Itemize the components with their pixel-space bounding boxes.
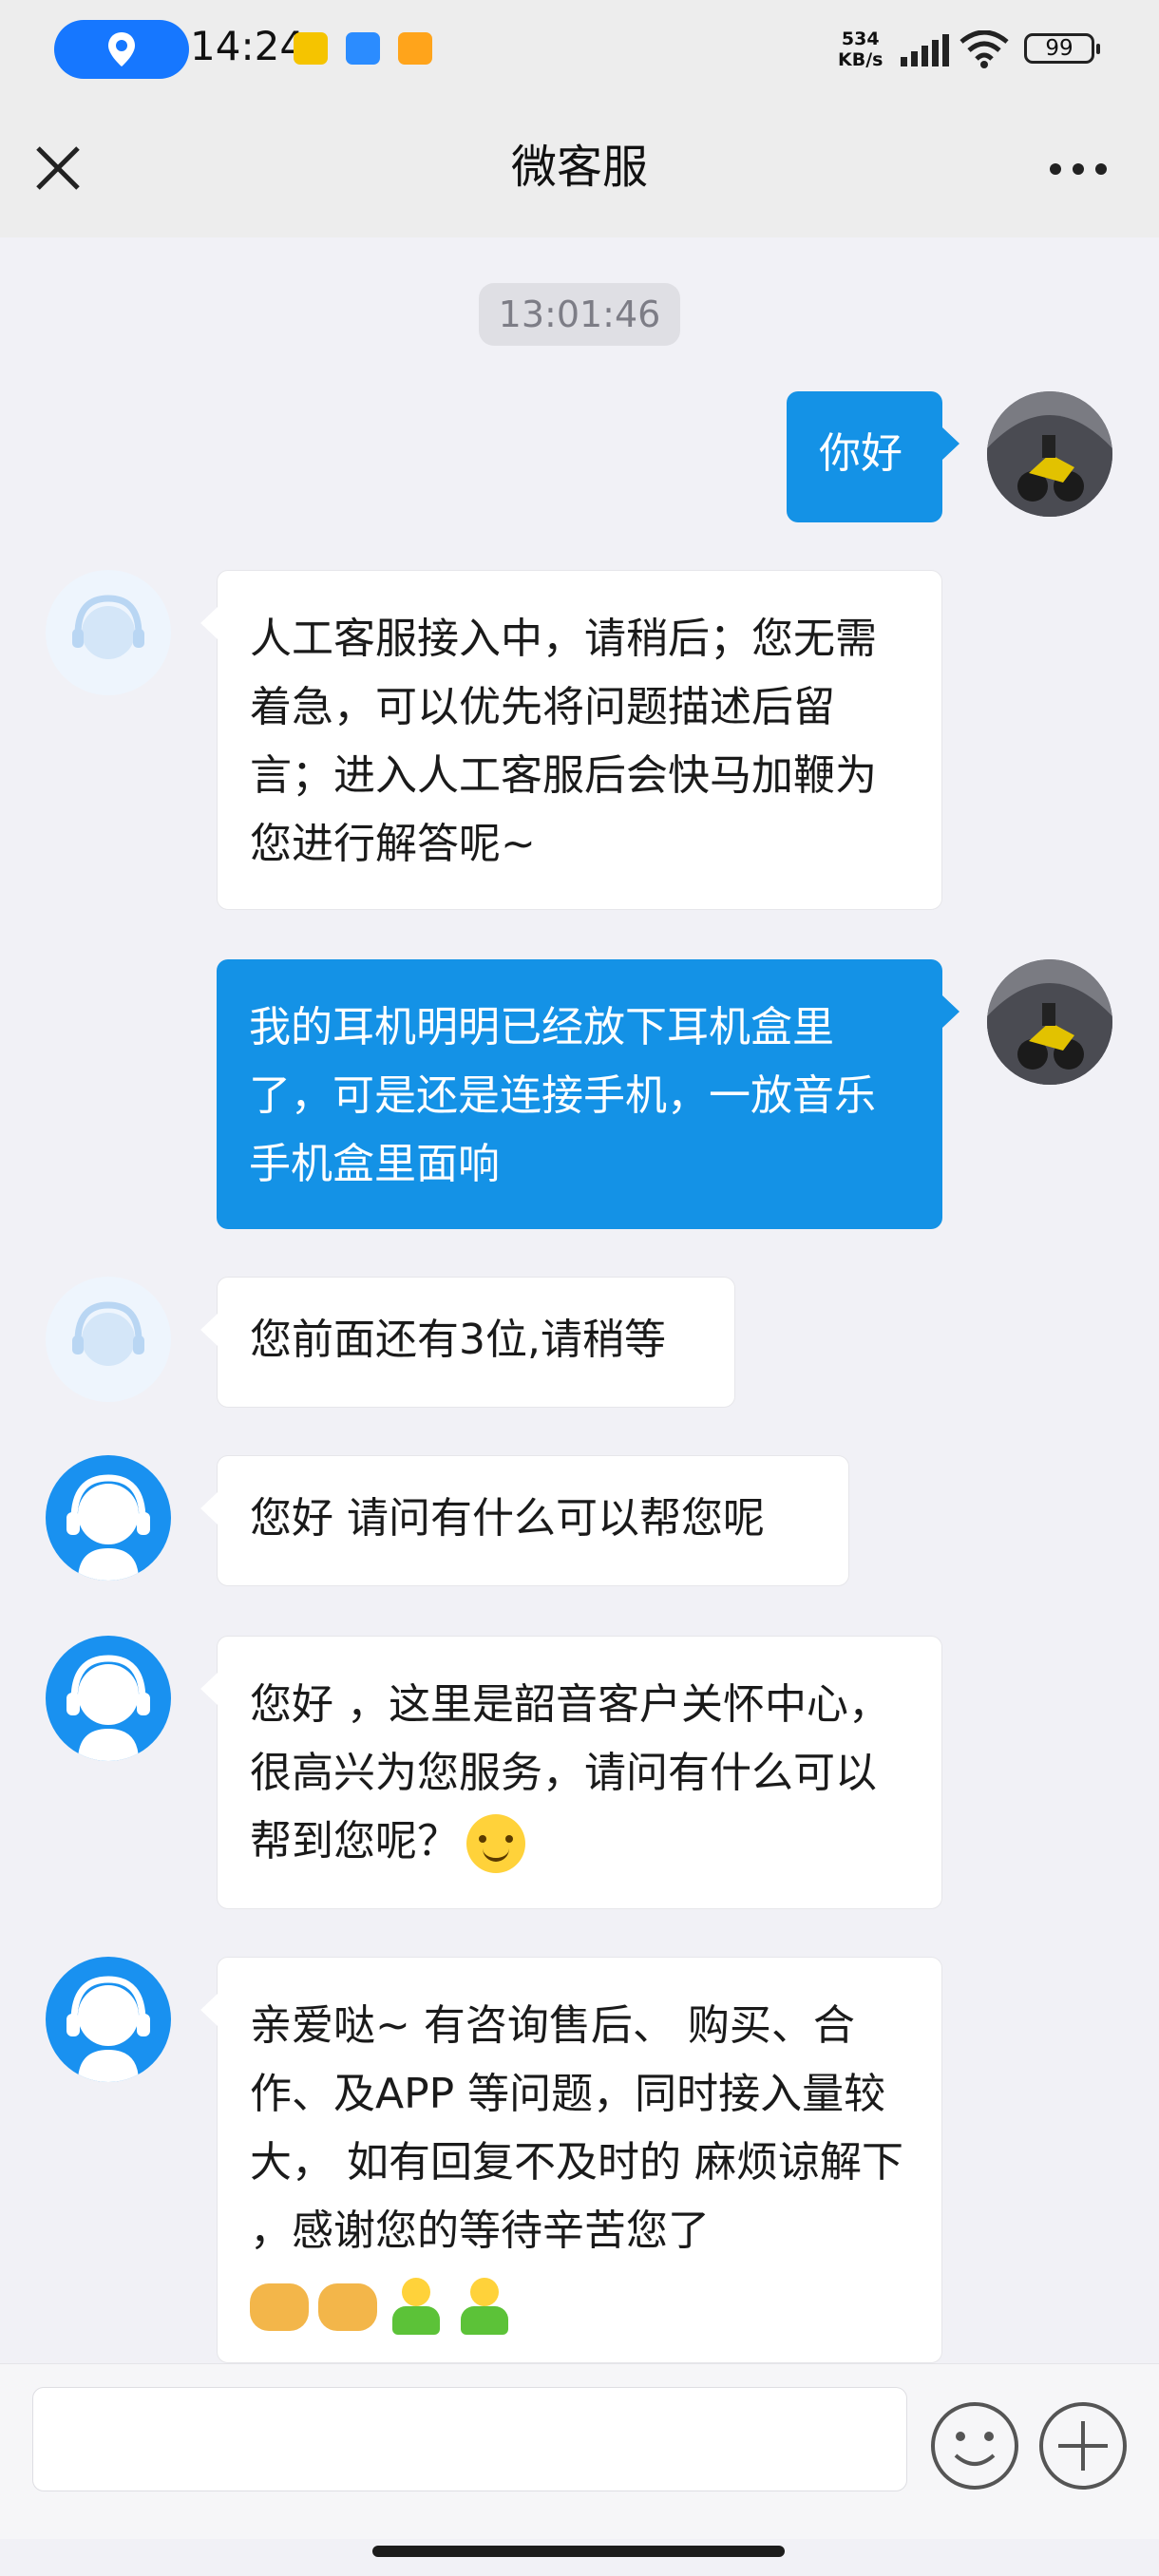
handshake-emoji-icon [250,2283,309,2331]
emoji-row [250,2271,909,2337]
battery-indicator: 99 [1024,33,1100,64]
location-pin-icon [108,32,135,66]
input-bar [0,2363,1159,2539]
agent-message-bubble[interactable]: 您好 请问有什么可以帮您呢 [200,1455,849,1586]
agent-avatar [46,1636,171,1761]
message-input[interactable] [32,2387,907,2491]
headset-agent-icon [72,1301,144,1366]
user-message-bubble[interactable]: 你好 [787,391,960,522]
agent-avatar [46,1455,171,1581]
agent-message-bubble[interactable]: 人工客服接入中，请稍后；您无需着急，可以优先将问题描述后留言；进入人工客服后会快… [200,570,942,910]
agent-message-bubble[interactable]: 亲爱哒~ 有咨询售后、 购买、合作、及APP 等问题，同时接入量较大， 如有回复… [200,1957,942,2363]
nav-bar: 微客服 [0,99,1159,237]
status-time: 14:24 [190,23,306,69]
more-icon[interactable] [1045,146,1112,192]
agent-message-bubble[interactable]: 您前面还有3位,请稍等 [200,1277,735,1408]
user-avatar[interactable] [987,959,1112,1085]
motorcycle-photo-icon [987,959,1112,1085]
user-avatar[interactable] [987,391,1112,517]
motorcycle-photo-icon [987,391,1112,517]
person-emoji-icon [455,2278,514,2337]
smile-emoji-icon [466,1814,525,1873]
agent-avatar [46,1277,171,1402]
emoji-icon[interactable] [929,2400,1020,2491]
mail-notification-icon [398,32,432,65]
message-timestamp: 13:01:46 [479,283,680,346]
status-bar: 14:24 534 KB/s 99 [0,0,1159,99]
page-title: 微客服 [510,141,648,194]
user-message-bubble[interactable]: 我的耳机明明已经放下耳机盒里了，可是还是连接手机，一放音乐手机盒里面响 [217,959,960,1229]
agent-message-bubble[interactable]: 您好 ，这里是韶音客户关怀中心，很高兴为您服务，请问有什么可以帮到您呢？ [200,1636,942,1909]
headset-agent-icon [66,1474,150,1581]
message-text: 您好 请问有什么可以帮您呢 [250,1494,765,1543]
message-text: 您前面还有3位,请稍等 [250,1316,666,1364]
message-text: 人工客服接入中，请稍后；您无需着急，可以优先将问题描述后留言；进入人工客服后会快… [250,615,877,868]
plus-icon[interactable] [1037,2400,1129,2491]
message-text: 亲爱哒~ 有咨询售后、 购买、合作、及APP 等问题，同时接入量较大， 如有回复… [250,2001,903,2255]
cloud-notification-icon [346,32,380,65]
agent-avatar [46,1957,171,2082]
cellular-signal-icon [901,34,949,66]
app-notification-icon [294,32,328,65]
person-emoji-icon [387,2278,446,2337]
handshake-emoji-icon [318,2283,377,2331]
network-speed: 534 KB/s [838,28,884,70]
message-text: 你好 [819,429,902,478]
wifi-icon [960,30,1009,68]
message-text: 我的耳机明明已经放下耳机盒里了，可是还是连接手机，一放音乐手机盒里面响 [249,1003,876,1188]
location-indicator[interactable] [54,20,189,79]
home-indicator[interactable] [372,2546,785,2557]
headset-agent-icon [66,1655,150,1761]
headset-agent-icon [66,1976,150,2082]
message-text: 您好 ，这里是韶音客户关怀中心，很高兴为您服务，请问有什么可以帮到您呢？ [250,1680,890,1866]
headset-agent-icon [72,595,144,659]
agent-avatar [46,570,171,695]
